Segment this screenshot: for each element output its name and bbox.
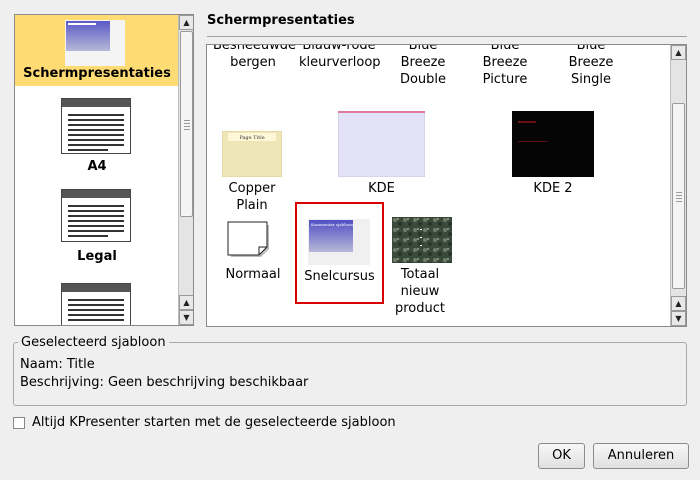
startup-checkbox[interactable] [13, 417, 25, 429]
screen-presentation-icon [65, 20, 125, 66]
template-label: Totaal nieuw product [394, 267, 445, 316]
selected-template-group [13, 342, 687, 406]
scroll-thumb[interactable] [672, 103, 685, 289]
template-item-besneeuwde-bergen[interactable]: Besneeuwde bergen [213, 45, 296, 71]
category-label: Schermpresentaties [23, 66, 171, 81]
document-icon [61, 98, 131, 154]
category-item-a4[interactable]: A4 [15, 95, 179, 179]
template-thumbnail: Page Title [222, 131, 282, 177]
startup-checkbox-label[interactable]: Altijd KPresenter starten met de geselec… [32, 415, 396, 430]
template-item-snelcursus[interactable]: Kommentar sjabloon Snelcursus [295, 202, 384, 304]
category-item-schermpresentaties[interactable]: Schermpresentaties [15, 15, 179, 86]
template-item-blue-breeze-double[interactable]: Blue Breeze Double [393, 45, 453, 88]
template-thumbnail [338, 111, 425, 177]
template-view[interactable]: Besneeuwde bergen Blauw-rode kleurverloo… [206, 44, 687, 327]
thumb-text: Kommentar sjabloon [311, 222, 353, 227]
scroll-up-button[interactable]: ▲ [179, 15, 193, 30]
template-item-blue-breeze-single[interactable]: Blue Breeze Single [561, 45, 621, 88]
category-item-legal[interactable]: Legal [15, 187, 179, 271]
template-label: Snelcursus [304, 269, 375, 284]
template-label: KDE 2 [533, 181, 573, 196]
document-icon [61, 283, 131, 325]
scroll-down-button[interactable]: ▼ [179, 310, 193, 325]
scroll-down-button[interactable]: ▼ [671, 311, 686, 326]
scroll-thumb[interactable] [180, 31, 193, 217]
category-label: Legal [77, 249, 117, 264]
ok-button[interactable]: OK [538, 443, 585, 469]
template-label: KDE [368, 181, 395, 196]
template-description: Beschrijving: Geen beschrijving beschikb… [20, 375, 309, 390]
category-label: A4 [87, 159, 107, 174]
cancel-label: Annuleren [607, 448, 675, 463]
document-icon [61, 189, 131, 242]
template-label: Copper Plain [228, 181, 276, 213]
group-title: Geselecteerd sjabloon [18, 335, 169, 350]
template-item-blue-breeze-picture[interactable]: Blue Breeze Picture [475, 45, 535, 88]
template-thumbnail [512, 111, 594, 177]
scroll-up-button[interactable]: ▲ [671, 296, 686, 311]
category-item-other[interactable] [15, 277, 179, 325]
template-item-blauw-rode[interactable]: Blauw-rode kleurverloop [299, 45, 381, 71]
template-thumbnail [392, 217, 452, 263]
template-label: Normaal [225, 267, 281, 282]
template-thumbnail: Kommentar sjabloon [308, 219, 370, 265]
category-scrollbar[interactable]: ▲ ▲ ▼ [178, 15, 193, 325]
scroll-up-button[interactable]: ▲ [179, 295, 193, 310]
blank-page-icon [227, 221, 269, 257]
templates-title: Schermpresentaties [207, 13, 355, 28]
ok-label: OK [552, 448, 571, 463]
scroll-up-button[interactable]: ▲ [671, 45, 686, 60]
category-list[interactable]: Schermpresentaties A4 Legal ▲ ▲ ▼ [14, 14, 194, 326]
thumb-text: Page Title [239, 135, 264, 141]
separator [207, 36, 687, 37]
cancel-button[interactable]: Annuleren [593, 443, 689, 469]
template-name: Naam: Title [20, 357, 95, 372]
template-scrollbar[interactable]: ▲ ▲ ▼ [670, 45, 686, 326]
